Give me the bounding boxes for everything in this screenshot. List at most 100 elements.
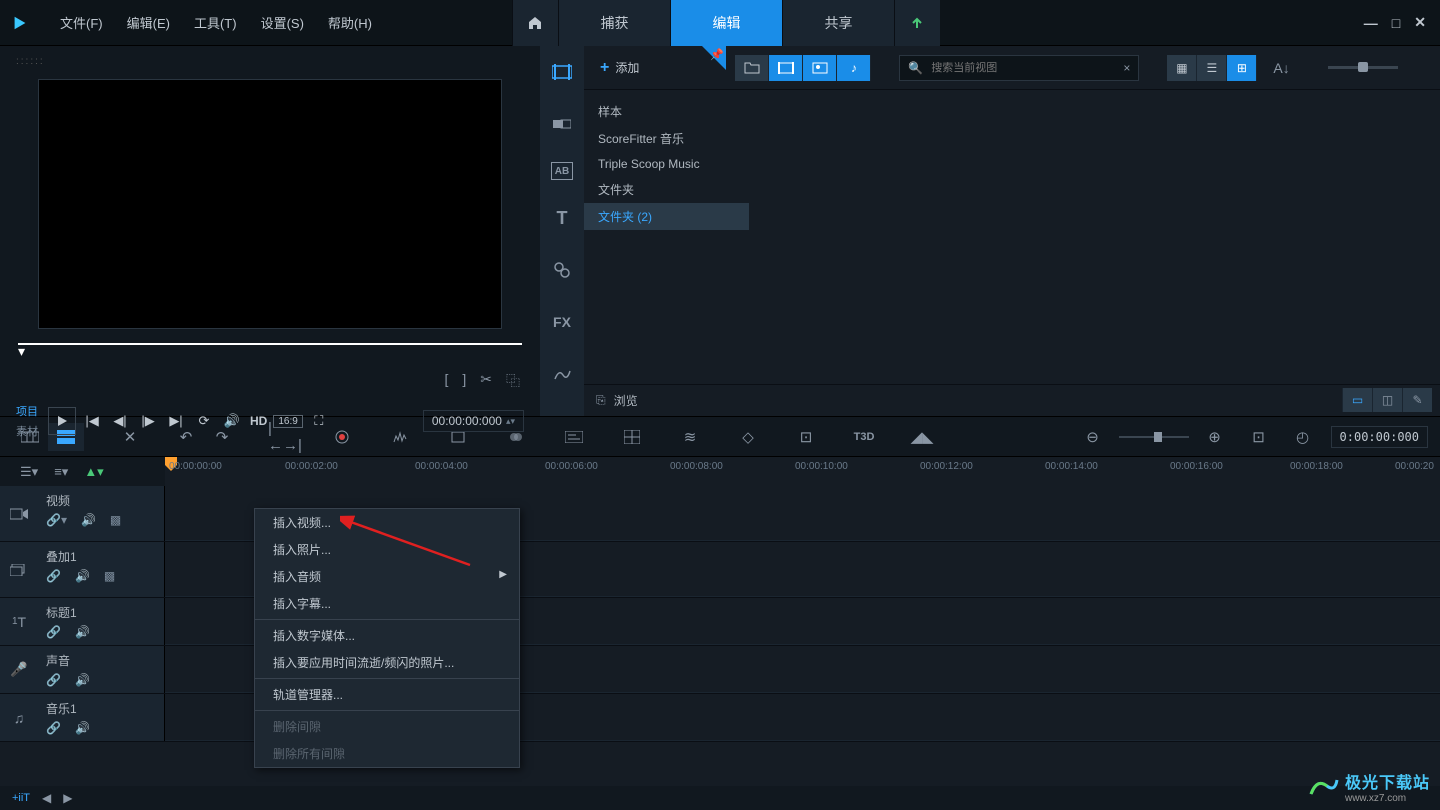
mask-icon[interactable]: ◢◣ [904,423,940,451]
preview-scrubber[interactable]: ▾ [18,343,522,363]
lib-cat-transitions-icon[interactable] [548,110,576,138]
track-header-overlay[interactable]: 叠加1 🔗 🔊 ▩ [0,542,165,597]
clock-icon[interactable]: ◴ [1285,423,1321,451]
clip-mode-label[interactable]: 素材 [16,423,38,439]
search-input[interactable] [931,62,1115,74]
scroll-left-icon[interactable]: ◀ [42,791,51,805]
tracking-icon[interactable]: ⊡ [788,423,824,451]
panel-grip[interactable]: :::::: [8,54,532,69]
add-media-button[interactable]: + 添加 [592,55,647,81]
go-start-button[interactable]: |◀ [80,409,104,433]
subtitle-icon[interactable] [556,423,592,451]
view-thumbs-icon[interactable]: ▦ [1167,55,1197,81]
mark-out-icon[interactable]: ] [462,371,466,391]
cut-icon[interactable]: ✂ [480,371,492,391]
cm-insert-digital[interactable]: 插入数字媒体... [255,622,519,649]
motion-icon[interactable]: ◇ [730,423,766,451]
timeline-zoom-slider[interactable] [1119,436,1189,438]
browse-icon[interactable]: ⎘ [596,393,606,408]
tab-home[interactable] [512,0,558,46]
search-clear-icon[interactable]: × [1123,61,1130,75]
go-end-button[interactable]: ▶| [164,409,188,433]
sort-icon[interactable]: A↓ [1273,60,1289,76]
timeline-ruler[interactable]: 00:00:00:00 00:00:02:00 00:00:04:00 00:0… [165,457,1440,486]
fullscreen-button[interactable]: ⛶ [307,409,331,433]
view-grid-icon[interactable]: ⊞ [1227,55,1257,81]
loop-button[interactable]: ⟳ [192,409,216,433]
folder-2[interactable]: 文件夹 (2) [584,203,749,230]
filter-video-icon[interactable] [769,55,803,81]
next-frame-button[interactable]: |▶ [136,409,160,433]
fit-project-icon[interactable]: ⊡ [1241,423,1277,451]
track-link-icon[interactable]: 🔗▾ [46,513,67,527]
track-link-icon[interactable]: 🔗 [46,673,61,687]
video-preview[interactable] [38,79,502,329]
cm-insert-video[interactable]: 插入视频... [255,509,519,536]
zoom-out-icon[interactable]: ⊖ [1075,423,1111,451]
track-mute-icon[interactable]: 🔊 [75,569,90,583]
preview-timecode[interactable]: 00:00:00:000 ▴▾ [423,410,524,432]
track-options-2-icon[interactable]: ≡▾ [54,464,68,480]
track-options-1-icon[interactable]: ☰▾ [20,464,38,480]
tab-edit[interactable]: 编辑 [670,0,782,46]
project-mode-label[interactable]: 项目 [16,403,38,419]
track-link-icon[interactable]: 🔗 [46,625,61,639]
track-header-video[interactable]: 视频 🔗▾ 🔊 ▩ [0,486,165,541]
aspect-ratio-badge[interactable]: 16:9 [273,415,302,428]
tab-capture[interactable]: 捕获 [558,0,670,46]
track-add-icon[interactable]: ▲▾ [84,464,103,480]
panel-layout-1-icon[interactable]: ▭ [1342,388,1372,412]
mark-in-icon[interactable]: [ [444,371,448,391]
view-list-icon[interactable]: ☰ [1197,55,1227,81]
lib-cat-media-icon[interactable] [548,58,576,86]
menu-edit[interactable]: 编辑(E) [127,13,170,32]
scrub-marker-icon[interactable]: ▾ [18,343,25,360]
scroll-right-icon[interactable]: ▶ [63,791,72,805]
filter-photo-icon[interactable] [803,55,837,81]
search-box[interactable]: 🔍 × [899,55,1139,81]
folder-triplescoop[interactable]: Triple Scoop Music [584,152,749,176]
panel-layout-2-icon[interactable]: ◫ [1372,388,1402,412]
lib-cat-fx-icon[interactable]: FX [548,308,576,336]
lib-cat-paths-icon[interactable] [548,360,576,388]
volume-button[interactable]: 🔊 [220,409,244,433]
t3d-button[interactable]: T3D [846,423,882,451]
track-visible-icon[interactable]: ▩ [110,513,121,527]
add-track-button[interactable]: +iiT [12,792,30,804]
track-visible-icon[interactable]: ▩ [104,569,115,583]
track-mute-icon[interactable]: 🔊 [75,721,90,735]
cm-insert-audio[interactable]: 插入音频 ▶ [255,563,519,590]
prev-frame-button[interactable]: ◀| [108,409,132,433]
track-link-icon[interactable]: 🔗 [46,569,61,583]
cm-track-manager[interactable]: 轨道管理器... [255,681,519,708]
filter-audio-icon[interactable]: ♪ [837,55,871,81]
thumb-zoom-slider[interactable] [1328,66,1398,69]
lib-cat-titles-icon[interactable]: AB [551,162,573,180]
cm-insert-subtitle[interactable]: 插入字幕... [255,590,519,617]
browse-label[interactable]: 浏览 [614,392,638,409]
multi-view-icon[interactable] [614,423,650,451]
track-header-title[interactable]: 1T 标题1 🔗 🔊 [0,598,165,645]
hd-badge[interactable]: HD [248,414,269,428]
play-button[interactable] [48,407,76,435]
folder-scorefitter[interactable]: ScoreFitter 音乐 [584,125,749,152]
track-header-voice[interactable]: 🎤 声音 🔗 🔊 [0,646,165,693]
tab-share[interactable]: 共享 [782,0,894,46]
window-minimize[interactable]: — [1364,15,1378,31]
panel-edit-icon[interactable]: ✎ [1402,388,1432,412]
menu-file[interactable]: 文件(F) [60,13,103,32]
folder-1[interactable]: 文件夹 [584,176,749,203]
lib-cat-text-icon[interactable]: T [548,204,576,232]
cm-insert-photo[interactable]: 插入照片... [255,536,519,563]
filter-folder-icon[interactable] [735,55,769,81]
speed-icon[interactable]: ≋ [672,423,708,451]
menu-help[interactable]: 帮助(H) [328,13,372,32]
folder-sample[interactable]: 样本 [584,98,749,125]
window-close[interactable]: ✕ [1414,14,1426,31]
library-grid[interactable] [749,90,1440,384]
track-mute-icon[interactable]: 🔊 [81,513,96,527]
cm-insert-timelapse[interactable]: 插入要应用时间流逝/频闪的照片... [255,649,519,676]
track-link-icon[interactable]: 🔗 [46,721,61,735]
window-maximize[interactable]: □ [1392,15,1400,31]
pin-icon[interactable]: 📌 [710,48,724,61]
